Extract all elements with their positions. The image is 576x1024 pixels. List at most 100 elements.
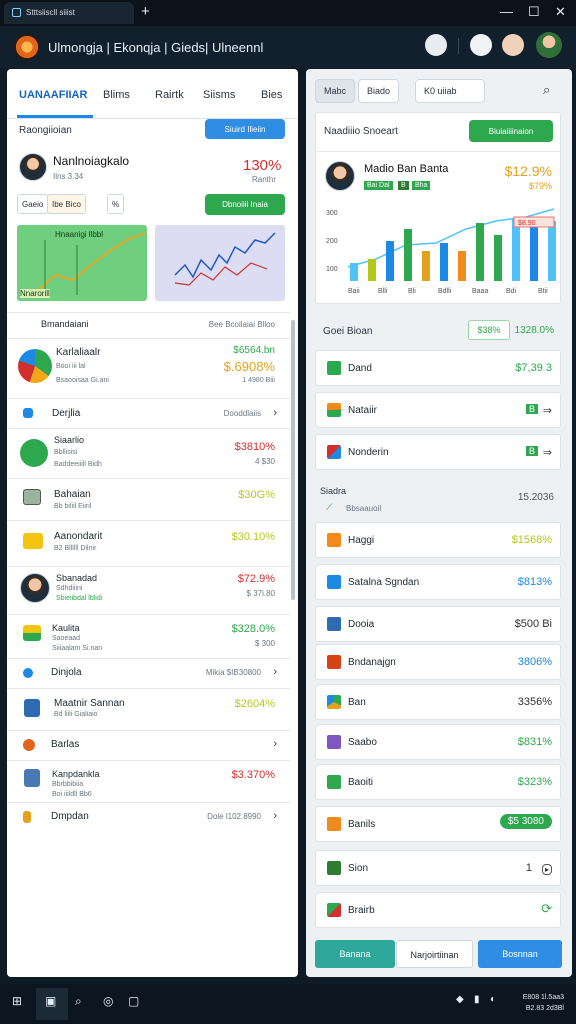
volume-icon[interactable]: ◐ (490, 994, 504, 1008)
app-logo-icon (14, 34, 40, 60)
bottom-button-middle[interactable]: Narjoirtiinan (396, 940, 473, 968)
row-icon (327, 903, 341, 917)
portfolio-action-button[interactable]: Siuird Ilieiin (205, 119, 285, 139)
close-button[interactable]: ✕ (555, 4, 566, 20)
list-item[interactable]: Kanpdankla Bbrbbibiia Boi iiildll Bb6 $3… (7, 760, 291, 800)
app-title: Ulmongja | Ekonqja | Gieds| Ulneennl (48, 40, 264, 55)
list-item[interactable]: Bahaian Bb biliil Eiiril $30G% (7, 478, 291, 518)
row-value: $328.0% (231, 623, 275, 635)
new-tab-button[interactable]: + (141, 3, 150, 20)
primary-green-button[interactable]: Dbnoiiii Inaia (205, 194, 285, 215)
chart-left-tag: Nnarorill (20, 289, 50, 298)
chip-percent[interactable]: % (107, 194, 125, 214)
toggle-icon[interactable]: ▸ (541, 864, 552, 875)
taskview-icon[interactable]: ◎ (103, 994, 117, 1008)
tab-blims[interactable]: Blims (103, 89, 130, 101)
person-name: Nanlnoiagkalo (53, 154, 130, 168)
row-value: $500 Bi (514, 618, 552, 630)
right-row[interactable]: Saabo $831% (315, 724, 561, 760)
refresh-icon[interactable]: ⟳ (541, 901, 552, 917)
search-taskbar-icon[interactable]: ⌕ (75, 994, 89, 1008)
trend-chart-right-svg (174, 232, 276, 286)
card-button[interactable]: Biuiaiiiinaion (469, 120, 553, 142)
row-label: Brairb (348, 905, 375, 916)
right-row[interactable]: Haggi $1568% (315, 522, 561, 558)
right-row[interactable]: Brairb ⟳ (315, 892, 561, 928)
list-item[interactable]: Maatnir Sannan Bd liili Gialiaio $2604% (7, 688, 291, 728)
tab-rairtk[interactable]: Rairtk (155, 89, 184, 101)
row-value-pill[interactable]: $5 3080 (499, 814, 552, 829)
segment-mabc[interactable]: Mabc (315, 79, 356, 103)
arrow-icon: ⇒ (542, 447, 552, 459)
chart-left-label: Hnaanigi llbbl (55, 230, 104, 239)
right-row[interactable]: Dand $7,39 3 (315, 350, 561, 386)
clock-time: E808 1l.5aa3 (522, 994, 564, 1001)
bar (476, 223, 484, 281)
profile-badge-icon[interactable] (502, 34, 524, 56)
row-label: Ban (348, 697, 366, 708)
right-row[interactable]: Bndanajgn 3806% (315, 644, 561, 680)
row-sub2: Siiiaalam Si.nan (52, 645, 103, 652)
row-icon (327, 775, 341, 789)
mid-title: Siadra (320, 486, 347, 496)
right-row[interactable]: Sion 1 ▸ (315, 850, 561, 886)
maximize-button[interactable]: ☐ (528, 4, 540, 20)
list-item[interactable]: Sbanadad Sdhdiiini Sbieiibdal lblidi $72… (7, 566, 291, 612)
battery-icon[interactable]: ▮ (474, 994, 488, 1008)
browser-tab[interactable]: Stttsiiscll siiist (4, 2, 134, 24)
list-item[interactable]: Aanondarit B2 Bllllll Dilnir $30.10% (7, 520, 291, 564)
row-value: B (525, 404, 538, 414)
chip-ibe[interactable]: Ibe Bico (47, 194, 86, 214)
x-tick: Bli (408, 288, 416, 295)
bottom-button-right[interactable]: Bosnnan (478, 940, 562, 968)
window-icon[interactable]: ▢ (128, 994, 142, 1008)
tab-bies[interactable]: Bies (261, 89, 282, 101)
row-icon (327, 403, 341, 417)
right-row[interactable]: Banils $5 3080 (315, 806, 561, 842)
user-avatar[interactable] (536, 32, 562, 58)
minimize-button[interactable]: — (500, 4, 513, 19)
mid-sub: Bbsaauoil (346, 504, 382, 513)
group-icon (23, 739, 35, 751)
network-icon[interactable]: ◆ (456, 994, 470, 1008)
row-value: $1568% (511, 534, 552, 546)
group-header[interactable]: Dmpdan Dole l102.8990 › (7, 802, 291, 830)
list-item[interactable]: Siaarlio Bbllisisi Baddeeiiill Bidh $381… (7, 428, 291, 476)
segment-dropdown[interactable]: K0 uiiab (415, 79, 485, 103)
search-icon[interactable]: ⌕ (543, 82, 550, 98)
row-label: Saabo (348, 737, 377, 748)
row-value-2: $ 37i.80 (246, 589, 275, 598)
row-icon (327, 695, 341, 709)
app-icon[interactable]: ▣ (45, 994, 59, 1008)
right-row[interactable]: Dooia $500 Bi (315, 606, 561, 642)
segment-biado[interactable]: Biado (358, 79, 400, 103)
left-scrollbar[interactable] (291, 320, 295, 600)
right-row[interactable]: Baoiti $323% (315, 764, 561, 800)
group-header[interactable]: Derjlia Dooddlaiis › (7, 398, 291, 426)
chip-gaeio[interactable]: Gaeio (17, 194, 49, 214)
right-row[interactable]: Nataiir B ⇒ (315, 392, 561, 428)
right-row[interactable]: Satalna Sgndan $813% (315, 564, 561, 600)
row-label: Nataiir (348, 405, 377, 416)
group-header[interactable]: Barlas › (7, 730, 291, 758)
list-item[interactable]: Karlaliaalr Booi iii lal Bsaooisaa Gi.an… (7, 338, 291, 394)
row-sub2: Boi iiildll Bb6 (52, 791, 92, 798)
tab-main[interactable]: UANAAFIIAR (19, 89, 87, 101)
y-tick: 300 (326, 210, 338, 217)
start-icon[interactable]: ⊞ (12, 994, 26, 1008)
notification-icon[interactable] (425, 34, 447, 56)
bar-tag: $8.90 (518, 220, 536, 227)
list-item[interactable]: Kaulita Saoeaad Siiiaalam Si.nan $328.0%… (7, 614, 291, 656)
row-label: Sbanadad (56, 573, 98, 583)
right-row[interactable]: Nonderin B ⇒ (315, 434, 561, 470)
bottom-button-left[interactable]: Banana (315, 940, 395, 968)
group-header[interactable]: Dinjola Mikia $IB30800 › (7, 658, 291, 686)
tab-siisms[interactable]: Siisms (203, 89, 235, 101)
row-value: $3810% (234, 441, 275, 453)
bar (386, 241, 394, 281)
support-icon[interactable] (470, 34, 492, 56)
x-tick: Bdlli (438, 288, 452, 295)
right-row[interactable]: Ban 3356% (315, 684, 561, 720)
summary-pill[interactable]: $38% (468, 320, 510, 340)
bar (548, 221, 556, 281)
